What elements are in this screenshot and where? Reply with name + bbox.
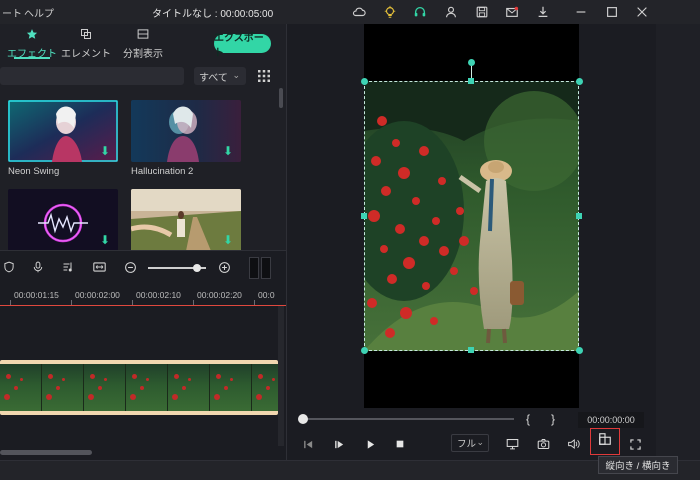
mark-in-button[interactable]: {	[526, 412, 530, 426]
split-screen-icon	[137, 28, 149, 42]
stop-icon[interactable]	[391, 435, 409, 453]
next-frame-icon[interactable]	[330, 435, 348, 453]
zoom-in-icon[interactable]	[215, 258, 233, 276]
aspect-ratio-tooltip: 縦向き / 横向き	[598, 456, 678, 474]
save-icon[interactable]	[473, 3, 491, 21]
active-tab-indicator	[14, 57, 50, 59]
ruler-label: 00:00:01:15	[14, 290, 59, 300]
shield-icon[interactable]	[0, 258, 18, 276]
previous-frame-icon[interactable]	[299, 435, 317, 453]
window-title: タイトルなし : 00:00:05:00	[152, 9, 274, 20]
resize-handle[interactable]	[468, 78, 474, 84]
resize-handle[interactable]	[576, 347, 583, 354]
resize-handle[interactable]	[576, 78, 583, 85]
filter-selected-value: すべて	[199, 72, 228, 84]
panel-layout-toggle[interactable]	[249, 257, 271, 279]
timecode-display: 00:00:00:00	[578, 412, 644, 428]
tab-split-screen[interactable]: 分割表示	[111, 28, 175, 62]
menu-item-help[interactable]: ヘルプ	[24, 5, 54, 20]
download-icon[interactable]: ⬇	[223, 145, 235, 157]
search-input[interactable]	[0, 67, 184, 85]
ruler-label: 00:0	[258, 290, 275, 300]
zoom-out-icon[interactable]	[121, 258, 139, 276]
ruler-label: 00:00:02:10	[136, 290, 181, 300]
minimize-icon[interactable]	[572, 3, 590, 21]
camera-icon[interactable]	[534, 435, 552, 453]
resize-handle[interactable]	[361, 213, 367, 219]
resize-handle[interactable]	[361, 347, 368, 354]
playhead-line	[0, 305, 286, 306]
aspect-ratio-toggle-button[interactable]	[590, 428, 620, 455]
microphone-icon[interactable]	[29, 258, 47, 276]
resize-handle[interactable]	[468, 347, 474, 353]
play-icon[interactable]	[361, 435, 379, 453]
library-scrollbar[interactable]	[279, 88, 283, 108]
fit-width-icon[interactable]	[90, 258, 108, 276]
chevron-down-icon: ⌄	[232, 70, 240, 80]
volume-icon[interactable]	[564, 435, 582, 453]
mail-icon[interactable]	[503, 3, 521, 21]
playback-progress-knob[interactable]	[298, 414, 308, 424]
headset-icon[interactable]	[411, 3, 429, 21]
preview-side-area	[656, 24, 700, 460]
lightbulb-icon[interactable]	[381, 3, 399, 21]
download-icon[interactable]: ⬇	[100, 234, 112, 246]
playback-progress-bar[interactable]	[302, 418, 514, 420]
download-icon[interactable]: ⬇	[100, 145, 112, 157]
display-icon[interactable]	[503, 435, 521, 453]
status-bar	[0, 460, 700, 480]
layers-icon	[80, 28, 92, 42]
maximize-icon[interactable]	[603, 3, 621, 21]
menu-item-export[interactable]: ート	[2, 5, 22, 20]
quality-selected-value: フル	[457, 439, 477, 450]
mark-out-button[interactable]: }	[551, 412, 555, 426]
preview-quality-select[interactable]: フル ⌄	[451, 434, 489, 452]
transform-selection-box[interactable]	[364, 81, 579, 351]
ruler-label: 00:00:02:20	[197, 290, 242, 300]
video-clip[interactable]	[0, 364, 278, 411]
ruler-label: 00:00:02:00	[75, 290, 120, 300]
orientation-icon	[598, 432, 612, 451]
download-icon[interactable]: ⬇	[223, 234, 235, 246]
account-icon[interactable]	[442, 3, 460, 21]
cloud-icon[interactable]	[350, 3, 368, 21]
effect-label: Hallucination 2	[131, 166, 194, 177]
audio-list-icon[interactable]	[59, 258, 77, 276]
tab-split-screen-label: 分割表示	[123, 49, 163, 60]
export-button[interactable]: エクスポート	[214, 33, 271, 59]
close-icon[interactable]	[633, 3, 651, 21]
effect-label: Neon Swing	[8, 166, 60, 177]
tab-elements[interactable]: エレメント	[54, 28, 118, 62]
fullscreen-icon[interactable]	[626, 435, 644, 453]
grid-view-icon[interactable]	[257, 69, 271, 83]
resize-handle[interactable]	[361, 78, 368, 85]
chevron-down-icon: ⌄	[476, 437, 484, 447]
app-window: ート ヘルプ タイトルなし : 00:00:05:00 エフェクト エレメント …	[0, 0, 700, 480]
filter-select[interactable]: すべて ⌄	[194, 67, 246, 85]
rotation-handle[interactable]	[468, 59, 475, 66]
download-icon[interactable]	[534, 3, 552, 21]
resize-handle[interactable]	[576, 213, 582, 219]
timeline-horizontal-scrollbar[interactable]	[0, 450, 92, 455]
timeline-vertical-scrollbar[interactable]	[278, 306, 284, 446]
star-icon	[26, 28, 38, 42]
tab-elements-label: エレメント	[61, 49, 111, 60]
